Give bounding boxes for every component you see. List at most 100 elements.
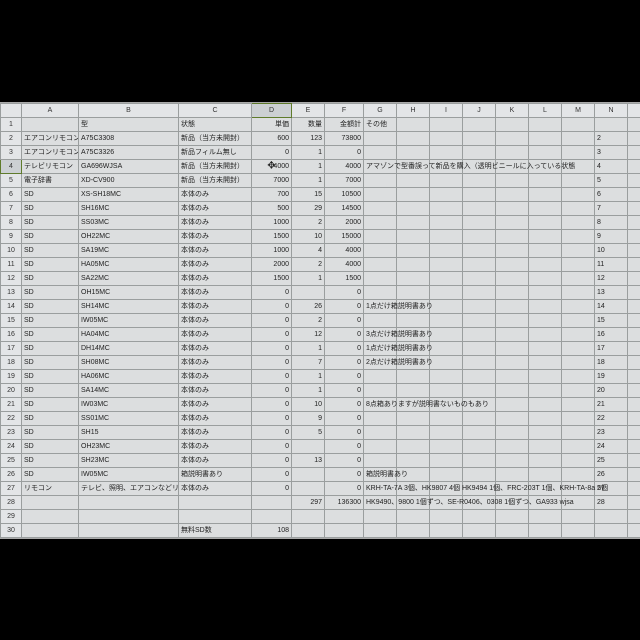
- cell-E21[interactable]: 10: [292, 397, 325, 411]
- cell-F14[interactable]: 0: [325, 299, 364, 313]
- cell-O27[interactable]: [628, 481, 640, 495]
- cell-F9[interactable]: 15000: [325, 229, 364, 243]
- cell-J19[interactable]: [463, 369, 496, 383]
- cell-J6[interactable]: [463, 187, 496, 201]
- cell-D7[interactable]: 500: [252, 201, 292, 215]
- cell-G12[interactable]: [364, 271, 397, 285]
- cell-M10[interactable]: [562, 243, 595, 257]
- cell-M6[interactable]: [562, 187, 595, 201]
- cell-G9[interactable]: [364, 229, 397, 243]
- cell-E6[interactable]: 15: [292, 187, 325, 201]
- cell-G4[interactable]: アマゾンで型番誤って新品を購入（透明ビニールに入っている状態: [364, 159, 397, 173]
- cell-H12[interactable]: [397, 271, 430, 285]
- cell-I23[interactable]: [430, 425, 463, 439]
- cell-O7[interactable]: [628, 201, 640, 215]
- cell-D3[interactable]: 0: [252, 145, 292, 159]
- cell-D2[interactable]: 600: [252, 131, 292, 145]
- cell-E28[interactable]: 297: [292, 495, 325, 509]
- cell-E8[interactable]: 2: [292, 215, 325, 229]
- cell-C10[interactable]: 本体のみ: [179, 243, 252, 257]
- cell-G31[interactable]: [364, 537, 397, 539]
- row-header-16[interactable]: 16: [1, 327, 22, 341]
- cell-A3[interactable]: エアコンリモコン: [22, 145, 79, 159]
- cell-M26[interactable]: [562, 467, 595, 481]
- row-header-18[interactable]: 18: [1, 355, 22, 369]
- cell-F17[interactable]: 0: [325, 341, 364, 355]
- cell-L2[interactable]: [529, 131, 562, 145]
- cell-N22[interactable]: 22: [595, 411, 628, 425]
- cell-B27[interactable]: テレビ、照明、エアコンなどリモコン: [79, 481, 179, 495]
- cell-O19[interactable]: [628, 369, 640, 383]
- cell-N3[interactable]: 3: [595, 145, 628, 159]
- cell-B29[interactable]: [79, 509, 179, 523]
- cell-F15[interactable]: 0: [325, 313, 364, 327]
- cell-K29[interactable]: [496, 509, 529, 523]
- cell-D23[interactable]: 0: [252, 425, 292, 439]
- cell-E20[interactable]: 1: [292, 383, 325, 397]
- cell-C20[interactable]: 本体のみ: [179, 383, 252, 397]
- cell-F26[interactable]: 0: [325, 467, 364, 481]
- cell-O11[interactable]: [628, 257, 640, 271]
- cell-A21[interactable]: SD: [22, 397, 79, 411]
- cell-O22[interactable]: [628, 411, 640, 425]
- cell-C18[interactable]: 本体のみ: [179, 355, 252, 369]
- cell-H19[interactable]: [397, 369, 430, 383]
- cell-I9[interactable]: [430, 229, 463, 243]
- cell-K18[interactable]: [496, 355, 529, 369]
- cell-J1[interactable]: [463, 117, 496, 131]
- cell-G5[interactable]: [364, 173, 397, 187]
- cell-C19[interactable]: 本体のみ: [179, 369, 252, 383]
- cell-K21[interactable]: [496, 397, 529, 411]
- col-header-D[interactable]: D: [252, 103, 292, 117]
- cell-J5[interactable]: [463, 173, 496, 187]
- row-header-30[interactable]: 30: [1, 523, 22, 537]
- cell-E10[interactable]: 4: [292, 243, 325, 257]
- cell-K8[interactable]: [496, 215, 529, 229]
- cell-H9[interactable]: [397, 229, 430, 243]
- cell-J18[interactable]: [463, 355, 496, 369]
- cell-C25[interactable]: 本体のみ: [179, 453, 252, 467]
- cell-F10[interactable]: 4000: [325, 243, 364, 257]
- cell-L22[interactable]: [529, 411, 562, 425]
- cell-I14[interactable]: [430, 299, 463, 313]
- cell-J3[interactable]: [463, 145, 496, 159]
- cell-F28[interactable]: 136300: [325, 495, 364, 509]
- cell-A16[interactable]: SD: [22, 327, 79, 341]
- cell-A12[interactable]: SD: [22, 271, 79, 285]
- row-header-17[interactable]: 17: [1, 341, 22, 355]
- row-header-6[interactable]: 6: [1, 187, 22, 201]
- row-header-25[interactable]: 25: [1, 453, 22, 467]
- cell-O24[interactable]: [628, 439, 640, 453]
- cell-M9[interactable]: [562, 229, 595, 243]
- cell-N9[interactable]: 9: [595, 229, 628, 243]
- cell-M2[interactable]: [562, 131, 595, 145]
- cell-L23[interactable]: [529, 425, 562, 439]
- col-header-C[interactable]: C: [179, 103, 252, 117]
- cell-O29[interactable]: [628, 509, 640, 523]
- row-header-26[interactable]: 26: [1, 467, 22, 481]
- cell-L12[interactable]: [529, 271, 562, 285]
- cell-A11[interactable]: SD: [22, 257, 79, 271]
- cell-H2[interactable]: [397, 131, 430, 145]
- row-header-13[interactable]: 13: [1, 285, 22, 299]
- cell-D20[interactable]: 0: [252, 383, 292, 397]
- cell-C17[interactable]: 本体のみ: [179, 341, 252, 355]
- cell-J8[interactable]: [463, 215, 496, 229]
- cell-D17[interactable]: 0: [252, 341, 292, 355]
- cell-L13[interactable]: [529, 285, 562, 299]
- cell-B13[interactable]: OH15MC: [79, 285, 179, 299]
- cell-D5[interactable]: 7000: [252, 173, 292, 187]
- cell-D13[interactable]: 0: [252, 285, 292, 299]
- cell-N5[interactable]: 5: [595, 173, 628, 187]
- cell-I16[interactable]: [430, 327, 463, 341]
- row-header-23[interactable]: 23: [1, 425, 22, 439]
- col-header-G[interactable]: G: [364, 103, 397, 117]
- cell-I3[interactable]: [430, 145, 463, 159]
- cell-H25[interactable]: [397, 453, 430, 467]
- cell-G3[interactable]: [364, 145, 397, 159]
- cell-G11[interactable]: [364, 257, 397, 271]
- cell-K12[interactable]: [496, 271, 529, 285]
- cell-K24[interactable]: [496, 439, 529, 453]
- cell-E2[interactable]: 123: [292, 131, 325, 145]
- cell-K16[interactable]: [496, 327, 529, 341]
